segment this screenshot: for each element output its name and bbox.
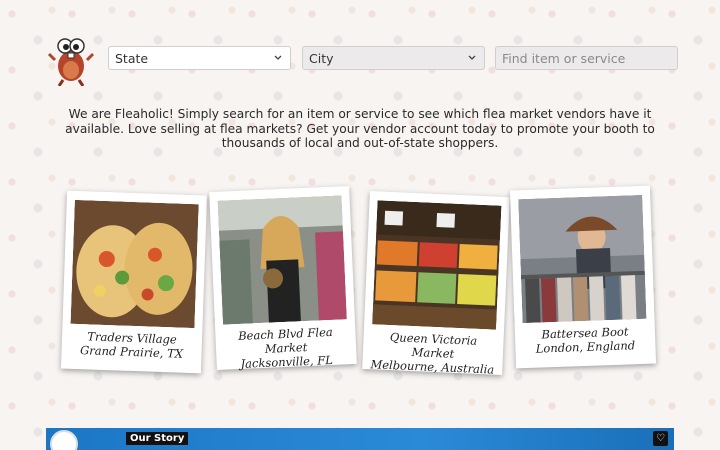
- market-card-beach-blvd[interactable]: Beach Blvd Flea Market Jacksonville, FL: [209, 186, 357, 371]
- market-location: London, England: [535, 338, 636, 356]
- city-select[interactable]: City: [302, 46, 485, 70]
- vendor-coconut-photo: [217, 195, 347, 325]
- chevron-down-icon: [274, 55, 282, 60]
- chevron-down-icon: [468, 55, 476, 60]
- city-select-value: City: [309, 51, 334, 66]
- heart-icon[interactable]: ♡: [653, 431, 668, 446]
- clothing-rack-photo: [518, 194, 647, 324]
- site-header: State City: [0, 0, 720, 100]
- tacos-photo: [70, 199, 199, 329]
- state-select[interactable]: State: [108, 46, 291, 70]
- market-card-traders-village[interactable]: Traders Village Grand Prairie, TX: [60, 190, 208, 374]
- our-story-label[interactable]: Our Story: [126, 432, 189, 445]
- market-card-queen-victoria[interactable]: Queen Victoria Market Melbourne, Austral…: [362, 191, 510, 377]
- fleaholic-logo[interactable]: [47, 30, 95, 87]
- market-card-battersea-boot[interactable]: Battersea Boot London, England: [509, 185, 657, 369]
- state-select-value: State: [115, 51, 149, 66]
- search-input[interactable]: [495, 46, 678, 70]
- market-cards: Traders Village Grand Prairie, TX Beach …: [0, 185, 720, 385]
- market-location: Grand Prairie, TX: [79, 343, 184, 361]
- our-story-section: Our Story ♡: [46, 428, 674, 450]
- produce-stall-photo: [372, 200, 502, 330]
- mascot-avatar: [50, 430, 78, 450]
- intro-text: We are Fleaholic! Simply search for an i…: [65, 107, 655, 150]
